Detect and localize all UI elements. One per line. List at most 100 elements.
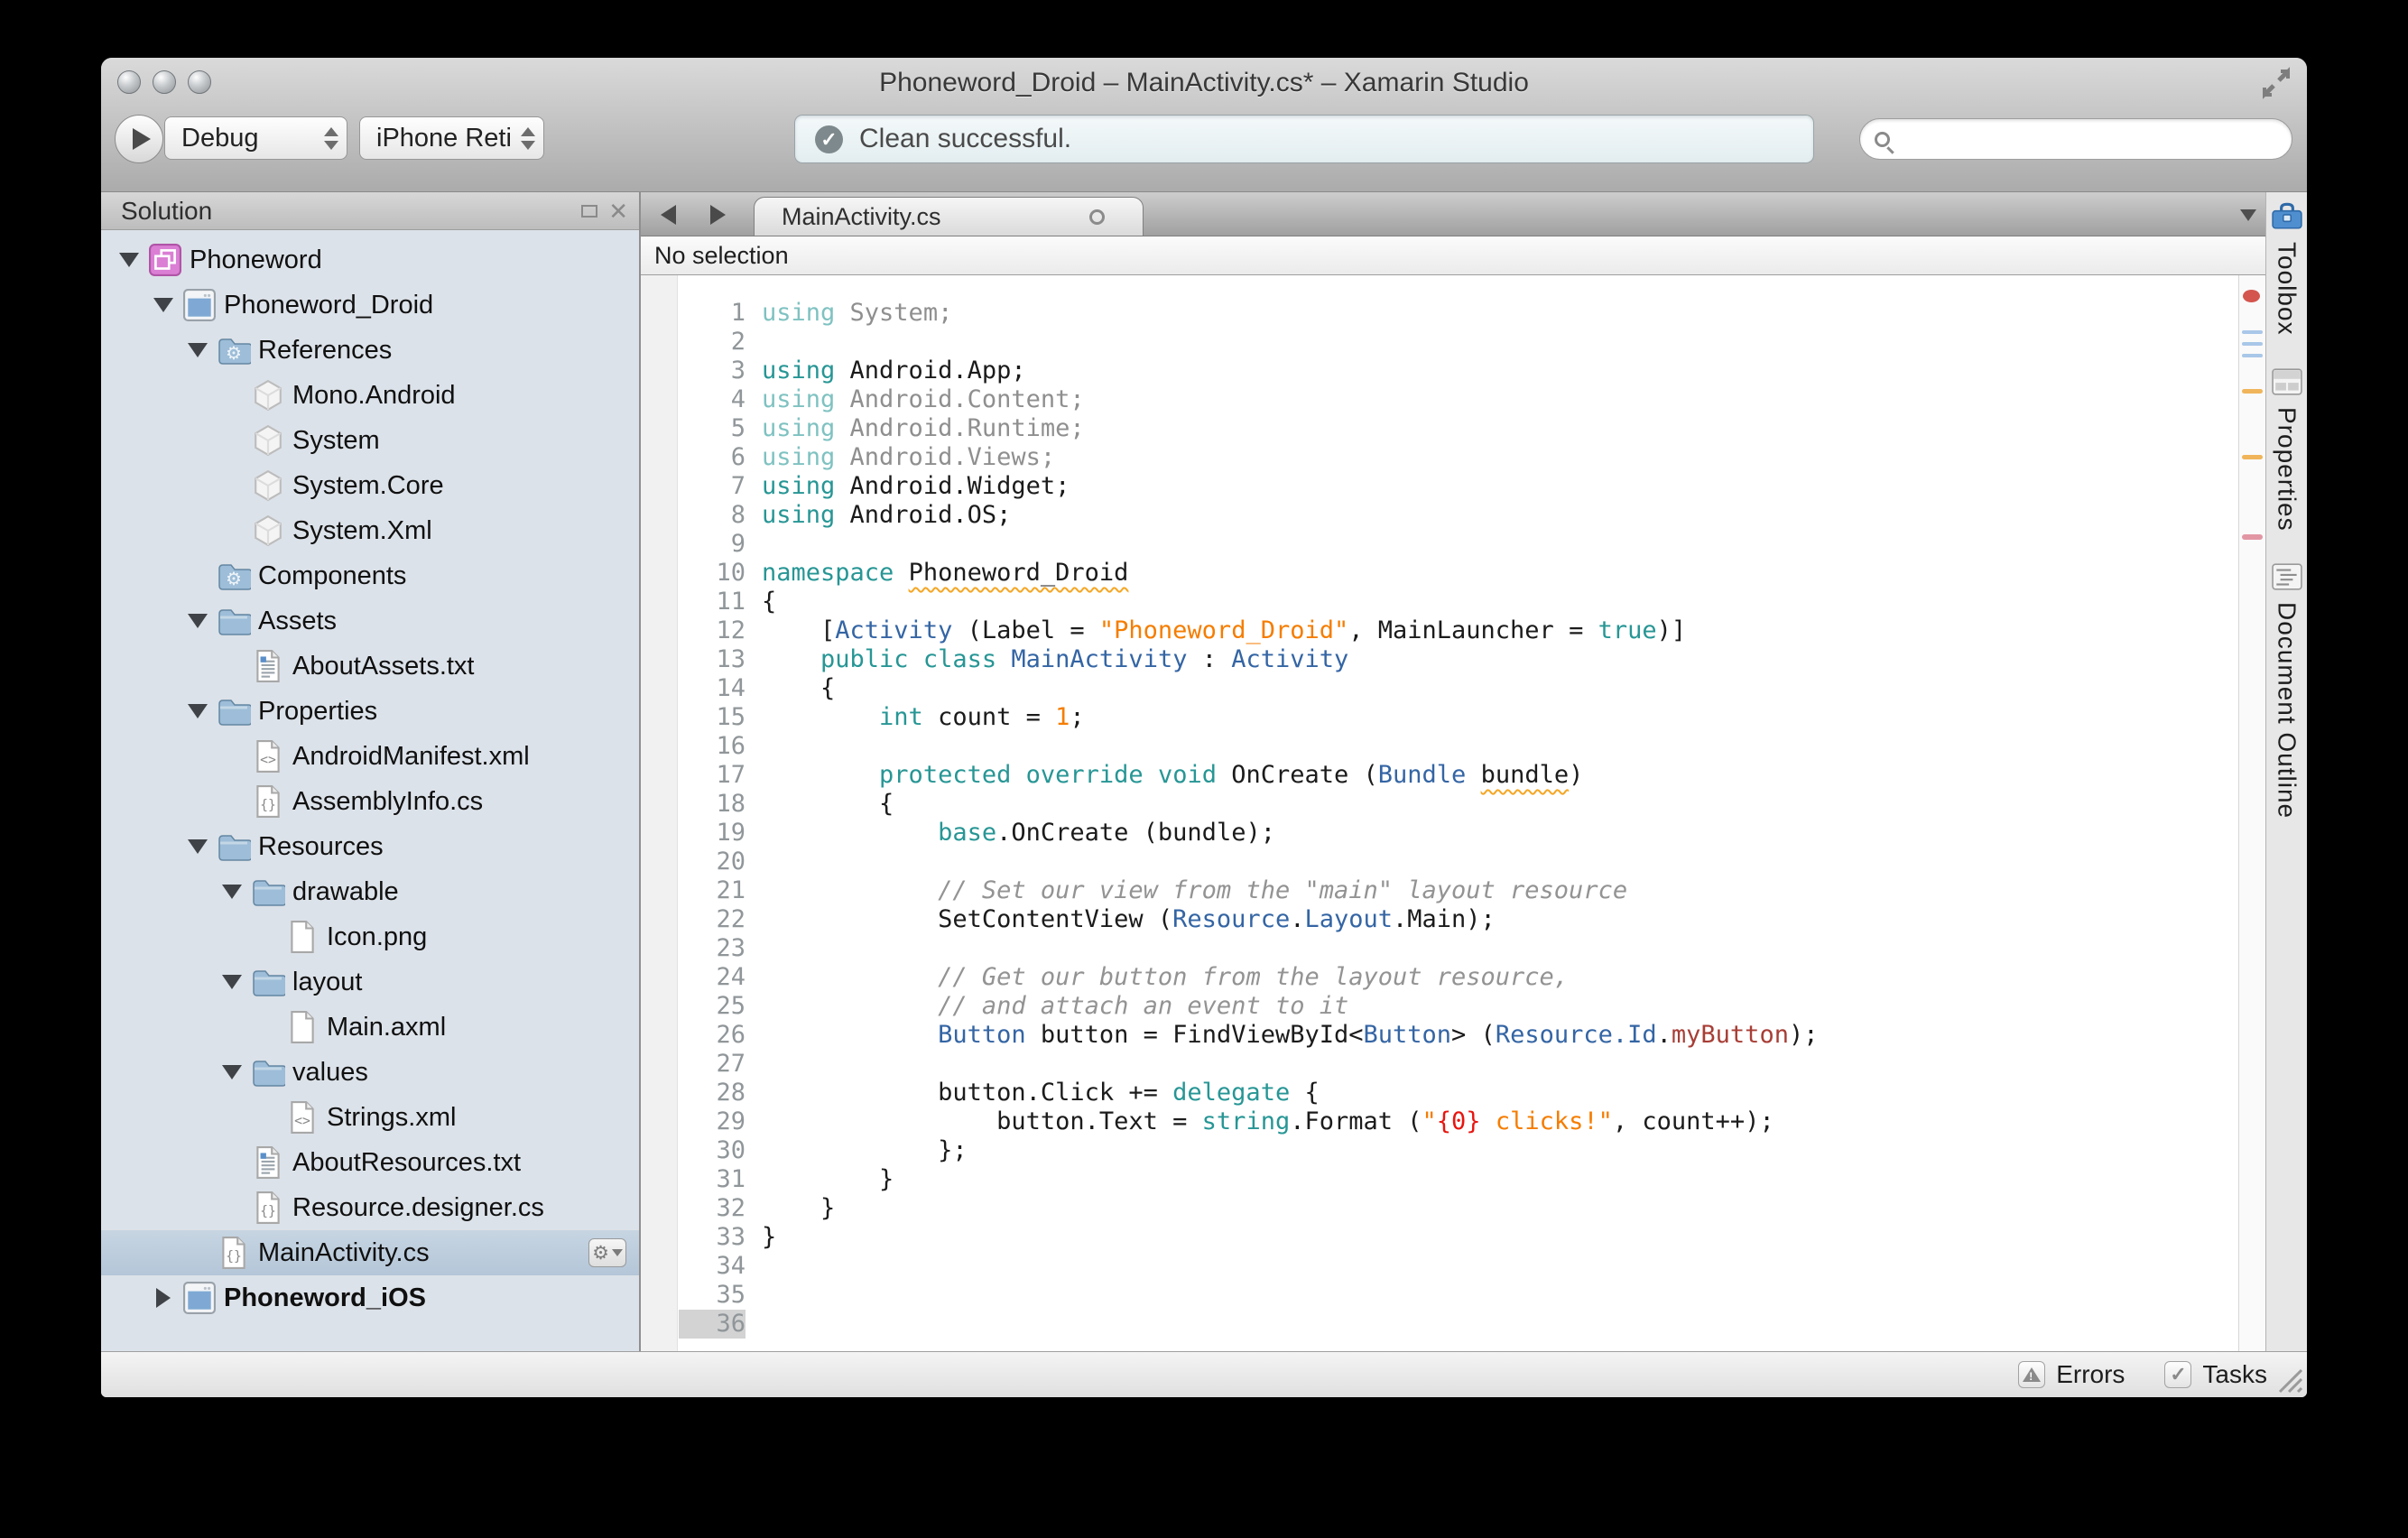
code-line-33[interactable]: 33} [641,1223,2238,1252]
expander-open-icon[interactable] [148,298,179,312]
title-bar[interactable]: Phoneword_Droid – MainActivity.cs* – Xam… [101,58,2307,107]
code-line-31[interactable]: 31 } [641,1165,2238,1194]
tree-item-properties[interactable]: Properties [101,689,639,734]
tree-item-references[interactable]: ⚙ References [101,328,639,373]
dock-pad-icon[interactable] [581,205,598,218]
expander-open-icon[interactable] [182,614,213,628]
tree-item-icon-png[interactable]: Icon.png [101,914,639,959]
code-line-11[interactable]: 11 { [641,588,2238,616]
close-pad-icon[interactable]: ✕ [608,199,628,223]
tab-mainactivity[interactable]: MainActivity.cs [754,197,1144,236]
code-line-4[interactable]: 4 using Android.Content; [641,385,2238,414]
expander-open-icon[interactable] [217,975,247,989]
expander-open-icon[interactable] [182,839,213,854]
expander-closed-icon[interactable] [148,1288,179,1308]
tree-item-system[interactable]: System [101,418,639,463]
tree-item-components[interactable]: ⚙ Components [101,553,639,598]
code-line-28[interactable]: 28 button.Click += delegate { [641,1079,2238,1107]
code-line-30[interactable]: 30 }; [641,1136,2238,1165]
code-line-34[interactable]: 34 [641,1252,2238,1281]
code-line-7[interactable]: 7 using Android.Widget; [641,472,2238,501]
tree-item-mainactivity-cs[interactable]: {} MainActivity.cs ⚙ [101,1230,639,1275]
expander-open-icon[interactable] [114,253,144,267]
tree-item-aboutassets-txt[interactable]: AboutAssets.txt [101,644,639,689]
code-line-35[interactable]: 35 [641,1281,2238,1310]
code-line-29[interactable]: 29 button.Text = string.Format ("{0} cli… [641,1107,2238,1136]
code-line-17[interactable]: 17 protected override void OnCreate (Bun… [641,761,2238,790]
tree-item-strings-xml[interactable]: <> Strings.xml [101,1095,639,1140]
tree-item-androidmanifest-xml[interactable]: <> AndroidManifest.xml [101,734,639,779]
play-icon [132,128,151,150]
expander-open-icon[interactable] [217,885,247,899]
device-select[interactable]: iPhone Retina (4-inch [359,116,544,160]
code-line-16[interactable]: 16 [641,732,2238,761]
pad-tab-toolbox[interactable]: Toolbox [2271,201,2303,336]
expander-open-icon[interactable] [217,1065,247,1079]
tree-item-assemblyinfo-cs[interactable]: {} AssemblyInfo.cs [101,779,639,824]
expander-open-icon[interactable] [182,704,213,718]
svg-text:{}: {} [226,1248,242,1264]
item-options-gear-button[interactable]: ⚙ [588,1238,626,1267]
run-button[interactable] [115,115,163,163]
code-line-20[interactable]: 20 [641,848,2238,876]
tree-item-assets[interactable]: Assets [101,598,639,644]
code-line-32[interactable]: 32 } [641,1194,2238,1223]
tree-item-main-axml[interactable]: Main.axml [101,1005,639,1050]
code-line-36[interactable]: 36 [641,1310,2238,1339]
code-line-5[interactable]: 5 using Android.Runtime; [641,414,2238,443]
code-line-19[interactable]: 19 base.OnCreate (bundle); [641,819,2238,848]
analysis-scroll-lane[interactable] [2238,275,2265,1351]
dirty-indicator-icon[interactable] [1089,209,1105,225]
configuration-select[interactable]: Debug [164,116,347,160]
code-line-27[interactable]: 27 [641,1050,2238,1079]
errors-button[interactable]: Errors [2018,1360,2125,1389]
tree-item-mono-android[interactable]: Mono.Android [101,373,639,418]
search-input[interactable] [1890,125,2292,153]
code-line-2[interactable]: 2 [641,328,2238,357]
pad-tab-document-outline[interactable]: Document Outline [2271,563,2302,819]
code-line-26[interactable]: 26 Button button = FindViewById<Button> … [641,1021,2238,1050]
code-line-8[interactable]: 8 using Android.OS; [641,501,2238,530]
code-line-25[interactable]: 25 // and attach an event to it [641,992,2238,1021]
breadcrumb-bar[interactable]: No selection [641,236,2265,275]
code-text: using Android.App; [762,357,1026,384]
code-line-18[interactable]: 18 { [641,790,2238,819]
code-line-13[interactable]: 13 public class MainActivity : Activity [641,645,2238,674]
tree-item-system-xml[interactable]: System.Xml [101,508,639,553]
code-line-15[interactable]: 15 int count = 1; [641,703,2238,732]
tree-item-phoneword-ios[interactable]: Phoneword_iOS [101,1275,639,1320]
tree-item-system-core[interactable]: System.Core [101,463,639,508]
tree-item-values[interactable]: values [101,1050,639,1095]
code-line-10[interactable]: 10 namespace Phoneword_Droid [641,559,2238,588]
code-line-24[interactable]: 24 // Get our button from the layout res… [641,963,2238,992]
svg-text:⚙: ⚙ [226,570,242,589]
expander-open-icon[interactable] [182,343,213,357]
code-line-14[interactable]: 14 { [641,674,2238,703]
code-line-3[interactable]: 3 using Android.App; [641,357,2238,385]
code-line-23[interactable]: 23 [641,934,2238,963]
code-line-6[interactable]: 6 using Android.Views; [641,443,2238,472]
search-field[interactable] [1859,118,2292,160]
code-line-21[interactable]: 21 // Set our view from the "main" layou… [641,876,2238,905]
tree-item-phoneword-droid[interactable]: Phoneword_Droid [101,283,639,328]
code-line-12[interactable]: 12 [Activity (Label = "Phoneword_Droid",… [641,616,2238,645]
pad-tab-properties[interactable]: Properties [2271,367,2302,531]
check-circle-icon: ✓ [815,125,843,153]
navigate-back-icon[interactable] [661,204,676,225]
tree-item-phoneword[interactable]: Phoneword [101,237,639,283]
code-line-9[interactable]: 9 [641,530,2238,559]
resize-grip[interactable] [2271,1361,2303,1394]
fullscreen-icon[interactable] [2260,67,2292,99]
tree-item-drawable[interactable]: drawable [101,869,639,914]
tree-item-resource-designer-cs[interactable]: {} Resource.designer.cs [101,1185,639,1230]
tree-item-layout[interactable]: layout [101,959,639,1005]
code-editor[interactable]: 1 using System; 2 3 using Android.App; 4 using… [641,275,2265,1351]
navigate-forward-icon[interactable] [710,204,726,225]
code-line-1[interactable]: 1 using System; [641,299,2238,328]
tree-item-resources[interactable]: Resources [101,824,639,869]
code-text: protected override void OnCreate (Bundle… [879,761,1584,789]
tab-overflow-icon[interactable] [2240,209,2256,221]
tree-item-aboutresources-txt[interactable]: AboutResources.txt [101,1140,639,1185]
tasks-button[interactable]: ✓ Tasks [2164,1360,2267,1389]
code-line-22[interactable]: 22 SetContentView (Resource.Layout.Main)… [641,905,2238,934]
